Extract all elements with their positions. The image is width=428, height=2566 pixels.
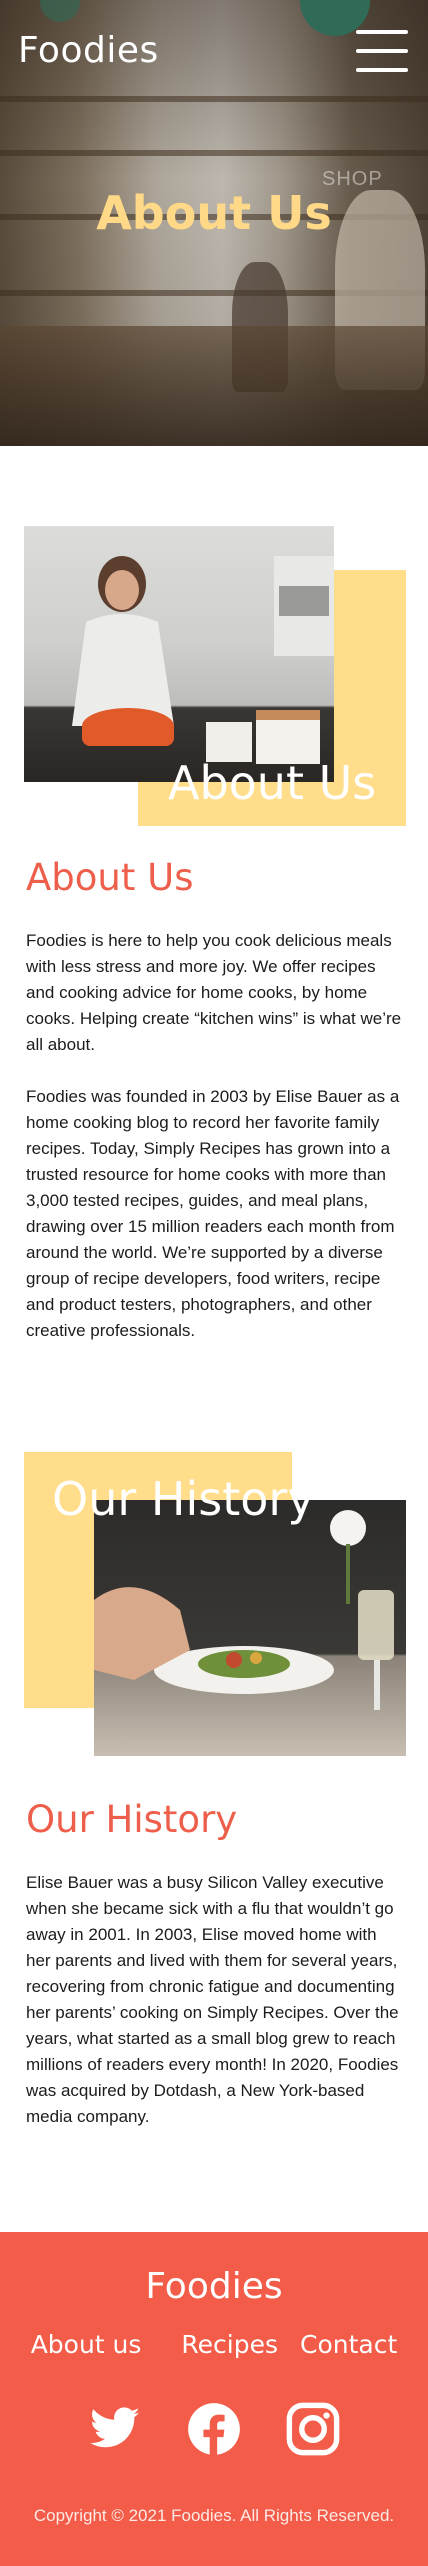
shelf-image xyxy=(0,96,428,102)
pendant-lamp-image xyxy=(40,0,80,22)
about-image-overlay-title: About Us xyxy=(168,756,377,810)
site-logo[interactable]: Foodies xyxy=(18,30,159,71)
about-paragraph-2: Foodies was founded in 2003 by Elise Bau… xyxy=(26,1087,400,1340)
hamburger-menu-icon[interactable] xyxy=(356,30,408,76)
cafe-table-image xyxy=(0,326,428,446)
footer-logo[interactable]: Foodies xyxy=(0,2266,428,2307)
facebook-icon[interactable] xyxy=(187,2402,241,2456)
footer-link-about-us[interactable]: About us xyxy=(31,2330,142,2359)
history-heading: Our History xyxy=(26,1798,238,1841)
footer-nav: About us Recipes Contact xyxy=(0,2330,428,2359)
history-section: Our History Our History Elise Bauer was … xyxy=(0,1452,428,2232)
dining-plate-photo xyxy=(94,1500,406,1756)
hero-banner: SHOP Foodies About Us xyxy=(0,0,428,446)
about-section: About Us About Us Foodies is here to hel… xyxy=(0,446,428,1452)
site-footer: Foodies About us Recipes Contact Copyrig… xyxy=(0,2232,428,2566)
footer-link-contact[interactable]: Contact xyxy=(300,2330,397,2359)
copyright-text: Copyright © 2021 Foodies. All Rights Res… xyxy=(33,2506,395,2525)
history-image-overlay-title: Our History xyxy=(52,1472,315,1526)
twitter-icon[interactable] xyxy=(88,2402,142,2456)
cooking-scene-illustration xyxy=(72,556,334,764)
dining-scene-illustration xyxy=(94,1510,394,1710)
shelf-image xyxy=(0,150,428,156)
hero-title: About Us xyxy=(96,186,332,240)
cooking-woman-photo xyxy=(24,526,334,782)
footer-link-recipes[interactable]: Recipes xyxy=(181,2330,278,2359)
history-paragraph: Elise Bauer was a busy Silicon Valley ex… xyxy=(26,1873,399,2126)
about-heading: About Us xyxy=(26,856,194,899)
about-paragraph-1: Foodies is here to help you cook delicio… xyxy=(26,931,402,1054)
instagram-icon[interactable] xyxy=(286,2402,340,2456)
